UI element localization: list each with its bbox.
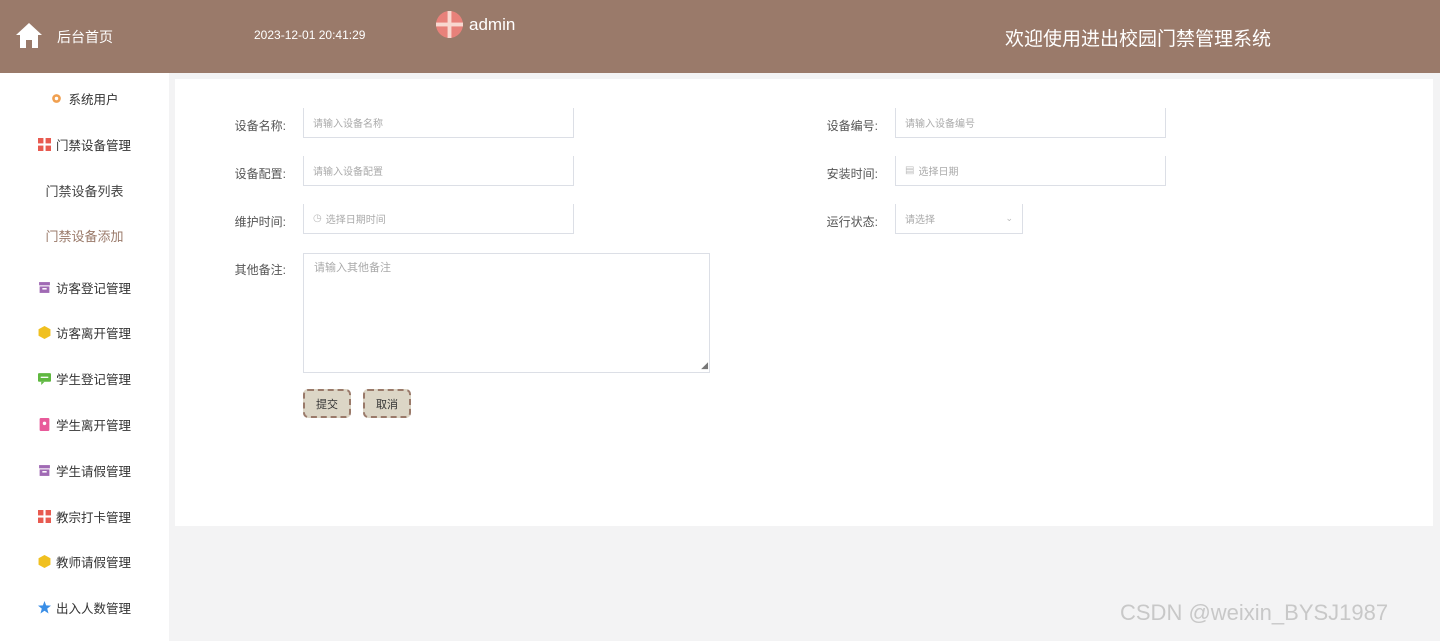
sidebar-item-label: 访客离开管理	[55, 326, 131, 341]
sidebar-item-label: 教师请假管理	[55, 555, 131, 570]
maintain-time-label: 维护时间:	[234, 215, 286, 229]
sidebar-item-device-management[interactable]: 门禁设备管理	[0, 129, 169, 159]
sidebar-item-label: 访客登记管理	[55, 281, 131, 296]
maintain-time-placeholder: 选择日期时间	[325, 215, 386, 226]
maintain-time-picker[interactable]: ◷ 选择日期时间	[303, 204, 574, 234]
sidebar: 系统用户 门禁设备管理 门禁设备列表 门禁设备添加 访客登记管理 访客离开管理 …	[0, 73, 169, 641]
box-icon	[39, 281, 50, 293]
install-time-picker[interactable]: ▤ 选择日期	[895, 156, 1166, 186]
remarks-placeholder: 请输入其他备注	[314, 262, 391, 274]
sidebar-item-visitor-leave[interactable]: 访客离开管理	[0, 317, 169, 347]
grid-icon	[37, 509, 51, 523]
device-config-input[interactable]: 请输入设备配置	[303, 156, 574, 186]
avatar[interactable]	[436, 11, 463, 38]
device-name-placeholder: 请输入设备名称	[313, 119, 383, 130]
run-status-label: 运行状态:	[826, 215, 878, 229]
sidebar-item-label: 学生请假管理	[55, 464, 131, 479]
message-icon	[37, 372, 51, 385]
star-icon	[37, 600, 51, 613]
install-time-placeholder: 选择日期	[918, 167, 959, 178]
cube-icon	[38, 325, 51, 339]
form-card: 设备名称: 请输入设备名称 设备编号: 请输入设备编号 设备配置: 请输入设备配…	[175, 79, 1433, 526]
sidebar-item-label: 学生离开管理	[55, 418, 131, 433]
sidebar-item-visitor-register[interactable]: 访客登记管理	[0, 272, 169, 302]
device-no-input[interactable]: 请输入设备编号	[895, 108, 1166, 138]
install-time-label: 安装时间:	[826, 167, 878, 181]
sidebar-item-teacher-checkin[interactable]: 教宗打卡管理	[0, 501, 169, 531]
sidebar-item-label: 系统用户	[68, 92, 119, 107]
clock-icon: ◷	[313, 213, 322, 224]
home-icon[interactable]	[14, 20, 44, 50]
sidebar-item-label: 学生登记管理	[55, 372, 131, 387]
device-name-input[interactable]: 请输入设备名称	[303, 108, 574, 138]
sidebar-item-device-list[interactable]: 门禁设备列表	[0, 175, 169, 205]
cancel-button[interactable]: 取消	[363, 389, 411, 418]
sidebar-item-traffic-count[interactable]: 出入人数管理	[0, 592, 169, 622]
chevron-down-icon: ⌄	[1005, 213, 1013, 223]
sidebar-item-label: 门禁设备管理	[55, 138, 131, 153]
sidebar-item-student-leave[interactable]: 学生离开管理	[0, 409, 169, 439]
username[interactable]: admin	[469, 15, 515, 35]
system-title: 欢迎使用进出校园门禁管理系统	[1005, 29, 1272, 50]
sidebar-item-device-add[interactable]: 门禁设备添加	[0, 220, 169, 250]
sidebar-item-label: 教宗打卡管理	[55, 510, 131, 525]
resize-handle-icon[interactable]: ◢	[701, 360, 708, 371]
watermark: CSDN @weixin_BYSJ1987	[1120, 600, 1389, 625]
device-no-placeholder: 请输入设备编号	[905, 119, 975, 130]
grid-icon	[37, 137, 51, 151]
sidebar-item-label: 门禁设备添加	[45, 228, 124, 244]
cube-icon	[38, 554, 51, 568]
remarks-label: 其他备注:	[234, 263, 286, 277]
sidebar-item-label: 出入人数管理	[55, 601, 131, 616]
run-status-select[interactable]: 请选择 ⌄	[895, 204, 1023, 234]
top-header: 后台首页 2023-12-01 20:41:29 admin 欢迎使用进出校园门…	[0, 0, 1440, 73]
sidebar-item-student-register[interactable]: 学生登记管理	[0, 363, 169, 393]
run-status-placeholder: 请选择	[905, 215, 935, 226]
device-name-label: 设备名称:	[234, 119, 286, 133]
document-icon	[39, 417, 50, 431]
calendar-icon: ▤	[905, 165, 915, 176]
submit-button[interactable]: 提交	[303, 389, 351, 418]
sidebar-item-student-absence[interactable]: 学生请假管理	[0, 455, 169, 485]
device-config-label: 设备配置:	[234, 167, 286, 181]
current-datetime: 2023-12-01 20:41:29	[254, 28, 366, 42]
remarks-textarea[interactable]: 请输入其他备注 ◢	[303, 253, 710, 373]
home-link[interactable]: 后台首页	[57, 27, 113, 47]
box-icon	[39, 464, 50, 476]
sidebar-item-label: 门禁设备列表	[45, 183, 124, 199]
gear-icon	[52, 93, 62, 103]
sidebar-item-teacher-absence[interactable]: 教师请假管理	[0, 546, 169, 576]
device-no-label: 设备编号:	[826, 119, 878, 133]
sidebar-item-system-users[interactable]: 系统用户	[0, 83, 169, 113]
device-config-placeholder: 请输入设备配置	[313, 167, 383, 178]
